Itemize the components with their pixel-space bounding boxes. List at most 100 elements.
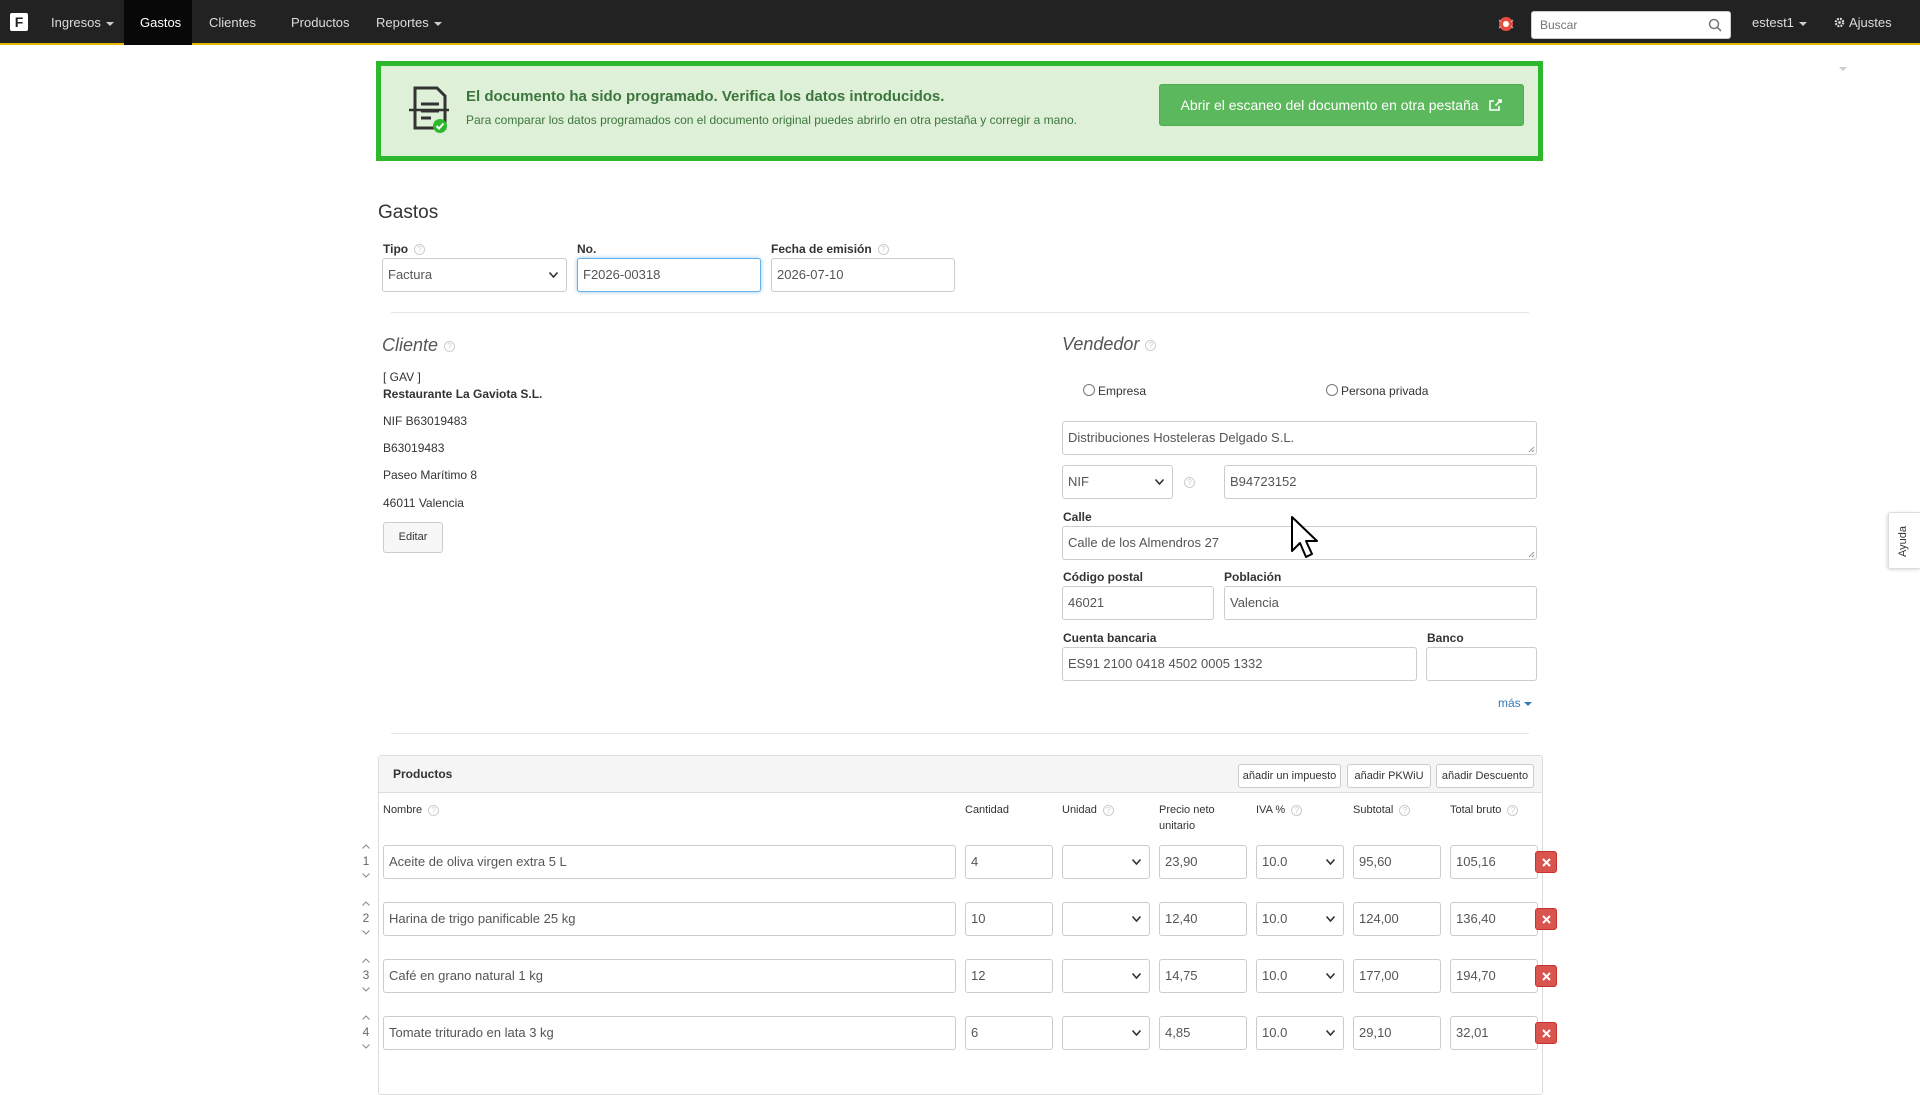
chevron-down-icon <box>1326 1030 1335 1036</box>
row-unidad-select[interactable] <box>1062 1016 1150 1050</box>
row-precio-input[interactable]: 12,40 <box>1159 902 1247 936</box>
user-menu[interactable]: estest1 <box>1736 0 1823 45</box>
row-nombre-value: Tomate triturado en lata 3 kg <box>389 1025 554 1040</box>
row-total-input[interactable]: 32,01 <box>1450 1016 1538 1050</box>
nav-ingresos[interactable]: Ingresos <box>35 0 130 45</box>
radio-persona-privada[interactable]: Persona privada <box>1326 384 1428 398</box>
delete-row-button[interactable] <box>1535 1022 1557 1044</box>
add-pkwiu-button[interactable]: añadir PKWiU <box>1347 764 1431 788</box>
move-down-icon[interactable] <box>362 930 370 935</box>
row-subtotal-input[interactable]: 95,60 <box>1353 845 1441 879</box>
row-cantidad-input[interactable]: 6 <box>965 1016 1053 1050</box>
move-down-icon[interactable] <box>362 873 370 878</box>
resize-grip-icon[interactable] <box>1528 446 1535 453</box>
gear-icon <box>1834 17 1845 28</box>
radio-circle <box>1326 384 1338 396</box>
cp-input[interactable]: 46021 <box>1062 586 1214 620</box>
help-icon[interactable]: ? <box>444 340 456 352</box>
help-icon[interactable]: ? <box>414 244 426 256</box>
add-discount-button[interactable]: añadir Descuento <box>1436 764 1534 788</box>
move-down-icon[interactable] <box>362 1044 370 1049</box>
nav-reportes[interactable]: Reportes <box>360 0 458 45</box>
row-iva-select[interactable]: 10.0 <box>1256 845 1344 879</box>
row-unidad-select[interactable] <box>1062 902 1150 936</box>
top-navbar: F Ingresos Gastos Clientes Productos Rep… <box>0 0 1920 71</box>
app-logo[interactable]: F <box>10 13 28 31</box>
search-icon[interactable] <box>1708 18 1722 32</box>
delete-row-button[interactable] <box>1535 965 1557 987</box>
nav-gastos[interactable]: Gastos <box>124 0 192 45</box>
row-total-input[interactable]: 194,70 <box>1450 959 1538 993</box>
help-icon[interactable]: ? <box>1507 804 1519 816</box>
row-precio-input[interactable]: 4,85 <box>1159 1016 1247 1050</box>
row-iva-select[interactable]: 10.0 <box>1256 959 1344 993</box>
add-tax-button[interactable]: añadir un impuesto <box>1238 764 1341 788</box>
number-input[interactable]: F2026-00318 <box>577 258 761 292</box>
external-link-icon <box>1489 99 1503 111</box>
notification-icon[interactable] <box>1498 16 1514 32</box>
help-icon[interactable]: ? <box>1291 804 1303 816</box>
col-precio: Precio neto unitario <box>1159 804 1215 832</box>
help-icon[interactable]: ? <box>428 804 440 816</box>
row-iva-select[interactable]: 10.0 <box>1256 902 1344 936</box>
nav-clientes[interactable]: Clientes <box>193 0 272 45</box>
tipo-select[interactable]: Factura <box>382 258 567 292</box>
id-type-select[interactable]: NIF <box>1062 465 1173 499</box>
divider <box>391 733 1529 734</box>
open-scan-button[interactable]: Abrir el escaneo del documento en otra p… <box>1159 84 1524 126</box>
help-icon[interactable]: ? <box>1145 339 1157 351</box>
row-subtotal-input[interactable]: 29,10 <box>1353 1016 1441 1050</box>
row-nombre-value: Harina de trigo panificable 25 kg <box>389 911 576 926</box>
radio-empresa[interactable]: Empresa <box>1083 384 1146 398</box>
help-icon[interactable]: ? <box>1102 804 1114 816</box>
row-total-value: 136,40 <box>1456 911 1496 926</box>
row-total-input[interactable]: 136,40 <box>1450 902 1538 936</box>
vendor-name-textarea[interactable]: Distribuciones Hosteleras Delgado S.L. <box>1062 421 1537 455</box>
row-subtotal-input[interactable]: 177,00 <box>1353 959 1441 993</box>
open-scan-label: Abrir el escaneo del documento en otra p… <box>1180 97 1479 113</box>
row-nombre-input[interactable]: Harina de trigo panificable 25 kg <box>383 902 956 936</box>
help-icon[interactable]: ? <box>877 244 889 256</box>
more-link[interactable]: más <box>1498 696 1532 710</box>
nav-productos[interactable]: Productos <box>275 0 366 45</box>
search-input[interactable] <box>1532 12 1702 38</box>
row-nombre-input[interactable]: Café en grano natural 1 kg <box>383 959 956 993</box>
close-icon <box>1542 858 1551 867</box>
poblacion-input[interactable]: Valencia <box>1224 586 1537 620</box>
help-tab[interactable]: Ayuda <box>1888 512 1920 569</box>
move-up-icon[interactable] <box>362 958 370 963</box>
help-icon[interactable]: ? <box>1184 477 1195 488</box>
chevron-down-icon <box>1798 21 1807 26</box>
row-subtotal-input[interactable]: 124,00 <box>1353 902 1441 936</box>
vendor-id-input[interactable]: B94723152 <box>1224 465 1537 499</box>
chevron-down-icon <box>1132 1030 1141 1036</box>
edit-client-button[interactable]: Editar <box>383 522 443 553</box>
row-cantidad-input[interactable]: 10 <box>965 902 1053 936</box>
delete-row-button[interactable] <box>1535 908 1557 930</box>
chevron-down-icon <box>549 272 558 278</box>
cuenta-input[interactable]: ES91 2100 0418 4502 0005 1332 <box>1062 647 1417 681</box>
row-precio-value: 23,90 <box>1165 854 1198 869</box>
banco-input[interactable] <box>1426 647 1537 681</box>
chevron-down-icon <box>1132 916 1141 922</box>
chevron-down-icon <box>1132 859 1141 865</box>
row-nombre-input[interactable]: Aceite de oliva virgen extra 5 L <box>383 845 956 879</box>
row-nombre-input[interactable]: Tomate triturado en lata 3 kg <box>383 1016 956 1050</box>
move-up-icon[interactable] <box>362 844 370 849</box>
delete-row-button[interactable] <box>1535 851 1557 873</box>
row-precio-input[interactable]: 23,90 <box>1159 845 1247 879</box>
move-down-icon[interactable] <box>362 987 370 992</box>
fecha-input[interactable]: 2026-07-10 <box>771 258 955 292</box>
row-cantidad-input[interactable]: 12 <box>965 959 1053 993</box>
row-total-input[interactable]: 105,16 <box>1450 845 1538 879</box>
row-cantidad-input[interactable]: 4 <box>965 845 1053 879</box>
row-unidad-select[interactable] <box>1062 959 1150 993</box>
row-precio-input[interactable]: 14,75 <box>1159 959 1247 993</box>
move-up-icon[interactable] <box>362 901 370 906</box>
settings-menu[interactable]: Ajustes <box>1818 0 1920 71</box>
row-iva-select[interactable]: 10.0 <box>1256 1016 1344 1050</box>
help-icon[interactable]: ? <box>1399 804 1411 816</box>
row-unidad-select[interactable] <box>1062 845 1150 879</box>
move-up-icon[interactable] <box>362 1015 370 1020</box>
resize-grip-icon[interactable] <box>1528 551 1535 558</box>
